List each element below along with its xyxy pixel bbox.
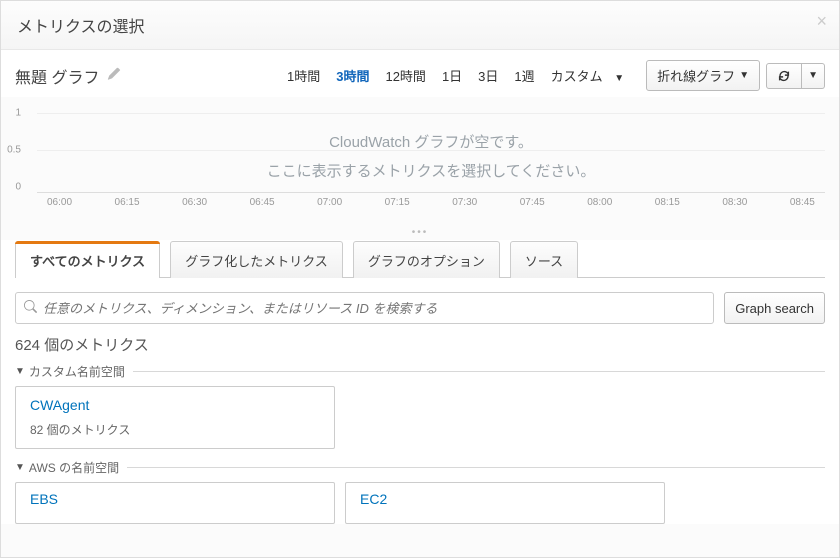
x-tick: 07:30 [452, 197, 477, 208]
time-option-2[interactable]: 12時間 [379, 62, 431, 89]
search-icon [24, 300, 37, 316]
plot-area: CloudWatch グラフが空です。 ここに表示するメトリクスを選択してくださ… [37, 103, 825, 193]
triangle-down-icon: ▼ [15, 462, 25, 473]
caret-down-icon: ▼ [808, 70, 818, 81]
x-tick: 06:30 [182, 197, 207, 208]
divider [127, 467, 825, 468]
time-option-4[interactable]: 3日 [472, 62, 504, 89]
grid-line [37, 113, 825, 114]
empty-line-1: CloudWatch グラフが空です。 [37, 129, 825, 158]
metrics-modal: メトリクスの選択 × 無題 グラフ 1時間3時間12時間1日3日1週カスタム ▼… [0, 0, 840, 558]
empty-chart-message: CloudWatch グラフが空です。 ここに表示するメトリクスを選択してくださ… [37, 129, 825, 186]
chart-area: 10.50 CloudWatch グラフが空です。 ここに表示するメトリクスを選… [15, 103, 825, 223]
namespace-group: ▼ カスタム名前空間 CWAgent 82 個のメトリクス [15, 363, 825, 449]
time-option-5[interactable]: 1週 [508, 62, 540, 89]
namespace-title: カスタム名前空間 [29, 363, 125, 380]
refresh-options-button[interactable]: ▼ [802, 63, 825, 89]
graph-toolbar: 無題 グラフ 1時間3時間12時間1日3日1週カスタム ▼ 折れ線グラフ ▼ ▼ [1, 50, 839, 97]
tabs: すべてのメトリクスグラフ化したメトリクスグラフのオプションソース [15, 240, 825, 278]
refresh-button[interactable] [766, 63, 802, 89]
x-tick: 08:45 [790, 197, 815, 208]
namespace-header[interactable]: ▼ カスタム名前空間 [15, 363, 825, 380]
namespace-card[interactable]: EBS [15, 482, 335, 524]
x-tick: 06:00 [47, 197, 72, 208]
chart-type-label: 折れ線グラフ [657, 66, 735, 85]
tab-1[interactable]: グラフ化したメトリクス [170, 241, 343, 278]
time-range-picker: 1時間3時間12時間1日3日1週カスタム ▼ [281, 62, 636, 89]
time-option-3[interactable]: 1日 [436, 62, 468, 89]
tab-0[interactable]: すべてのメトリクス [15, 241, 160, 278]
time-option-1[interactable]: 3時間 [330, 62, 375, 89]
triangle-down-icon: ▼ [15, 366, 25, 377]
namespace-name: EBS [30, 491, 320, 507]
refresh-icon [777, 69, 791, 83]
x-tick: 06:15 [115, 197, 140, 208]
modal-title: メトリクスの選択 [17, 19, 145, 36]
namespace-groups: ▼カスタム名前空間CWAgent82 個のメトリクス▼AWS の名前空間EBSE… [15, 363, 825, 524]
tab-2[interactable]: グラフのオプション [353, 241, 500, 278]
namespace-sub: 82 個のメトリクス [30, 421, 320, 438]
namespace-card[interactable]: CWAgent 82 個のメトリクス [15, 386, 335, 449]
modal-header: メトリクスの選択 × [1, 1, 839, 50]
graph-search-button[interactable]: Graph search [724, 292, 825, 324]
x-tick: 08:30 [722, 197, 747, 208]
namespace-name: EC2 [360, 491, 650, 507]
x-tick: 07:45 [520, 197, 545, 208]
caret-down-icon: ▼ [608, 69, 630, 88]
x-tick: 08:00 [587, 197, 612, 208]
edit-title-icon[interactable] [107, 67, 121, 84]
y-tick: 0.5 [7, 145, 21, 156]
x-tick: 08:15 [655, 197, 680, 208]
chart-type-dropdown[interactable]: 折れ線グラフ ▼ [646, 60, 760, 91]
metrics-count: 624 個のメトリクス [15, 334, 825, 355]
graph-title[interactable]: 無題 グラフ [15, 64, 99, 88]
namespace-header[interactable]: ▼ AWS の名前空間 [15, 459, 825, 476]
x-axis: 06:00 06:15 06:30 06:45 07:00 07:15 07:30 07:45… [37, 197, 825, 208]
namespace-cards: CWAgent 82 個のメトリクス [15, 386, 825, 449]
empty-line-2: ここに表示するメトリクスを選択してください。 [37, 158, 825, 187]
namespace-name: CWAgent [30, 397, 320, 413]
namespace-cards: EBS EC2 [15, 482, 825, 524]
search-input[interactable] [43, 301, 705, 316]
close-icon[interactable]: × [816, 11, 827, 32]
resize-handle[interactable]: ••• [1, 223, 839, 240]
divider [133, 371, 825, 372]
time-custom[interactable]: カスタム ▼ [545, 62, 637, 89]
x-tick: 07:00 [317, 197, 342, 208]
time-option-0[interactable]: 1時間 [281, 62, 326, 89]
y-tick: 1 [15, 108, 21, 119]
refresh-button-group: ▼ [766, 63, 825, 89]
x-tick: 06:45 [250, 197, 275, 208]
x-tick: 07:15 [385, 197, 410, 208]
tab-3[interactable]: ソース [510, 241, 578, 278]
namespace-group: ▼ AWS の名前空間 EBS EC2 [15, 459, 825, 524]
namespace-card[interactable]: EC2 [345, 482, 665, 524]
caret-down-icon: ▼ [739, 70, 749, 81]
search-box[interactable] [15, 292, 714, 324]
namespace-title: AWS の名前空間 [29, 459, 119, 476]
y-tick: 0 [15, 182, 21, 193]
